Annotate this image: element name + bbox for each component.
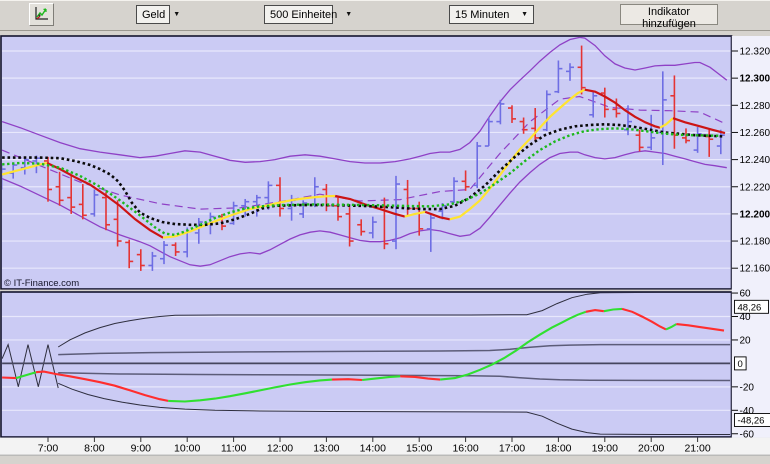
units-value: 500 Einheiten (270, 9, 337, 21)
value-badge-label: 48,26 (738, 302, 762, 313)
time-axis-label: 19:00 (592, 443, 618, 455)
price-axis-label: 12.240 (740, 155, 770, 166)
osc-axis-label: 20 (740, 335, 752, 346)
time-axis-label: 16:00 (452, 443, 478, 455)
price-axis-label: 12.260 (740, 128, 770, 139)
chevron-down-icon: ▼ (513, 11, 528, 18)
chart-area[interactable]: © IT-Finance.com 12.320 12.300 12.280 12.260… (0, 31, 770, 459)
chart-indicator-icon (33, 5, 50, 22)
timeframe-value: 15 Minuten (455, 9, 509, 21)
bottom-margin (0, 455, 770, 459)
price-axis-label: 12.280 (740, 101, 770, 112)
oscillator-red (332, 379, 362, 380)
trading-app: Geld ▼ 500 Einheiten ▼ 15 Minuten ▼ Indi… (0, 0, 770, 459)
osc-axis-label: -20 (740, 382, 755, 393)
time-axis-label: 18:00 (545, 443, 571, 455)
toolbar: Geld ▼ 500 Einheiten ▼ 15 Minuten ▼ Indi… (0, 0, 770, 31)
time-axis-label: 21:00 (684, 443, 710, 455)
time-axis-label: 7:00 (38, 443, 59, 455)
time-axis-label: 15:00 (406, 443, 432, 455)
price-axis-label: 12.300 (740, 74, 770, 85)
price-axis-label: 12.220 (740, 182, 770, 193)
oscillator-red (2, 378, 16, 379)
time-axis-label: 13:00 (313, 443, 339, 455)
add-indicator-button[interactable]: Indikator hinzufügen (620, 4, 718, 25)
timeframe-dropdown[interactable]: 15 Minuten ▼ (449, 5, 534, 24)
time-axis-label: 17:00 (499, 443, 525, 455)
watermark: © IT-Finance.com (4, 278, 79, 289)
price-axis-label: 12.200 (740, 209, 770, 220)
value-badge-label: 0 (738, 359, 743, 370)
units-dropdown[interactable]: 500 Einheiten ▼ (264, 5, 333, 24)
oscillator-panel[interactable] (1, 292, 732, 437)
chart-settings-button[interactable] (29, 3, 54, 26)
price-type-value: Geld (142, 9, 165, 21)
time-axis-label: 8:00 (84, 443, 105, 455)
chart-canvas[interactable]: © IT-Finance.com 12.320 12.300 12.280 12.260… (0, 31, 770, 459)
price-axis-label: 12.320 (740, 47, 770, 58)
chevron-down-icon: ▼ (337, 11, 352, 18)
time-axis-label: 10:00 (174, 443, 200, 455)
time-axis-label: 12:00 (267, 443, 293, 455)
time-axis-label: 9:00 (131, 443, 152, 455)
time-axis-label: 11:00 (221, 443, 247, 455)
time-axis-label: 20:00 (638, 443, 664, 455)
chevron-down-icon: ▼ (165, 11, 180, 18)
price-axis-label: 12.180 (740, 237, 770, 248)
price-type-dropdown[interactable]: Geld ▼ (136, 5, 170, 24)
value-badge-label: -48,26 (738, 415, 765, 426)
time-axis-label: 14:00 (360, 443, 386, 455)
price-axis-label: 12.160 (740, 264, 770, 275)
osc-axis-label: 60 (740, 289, 752, 300)
